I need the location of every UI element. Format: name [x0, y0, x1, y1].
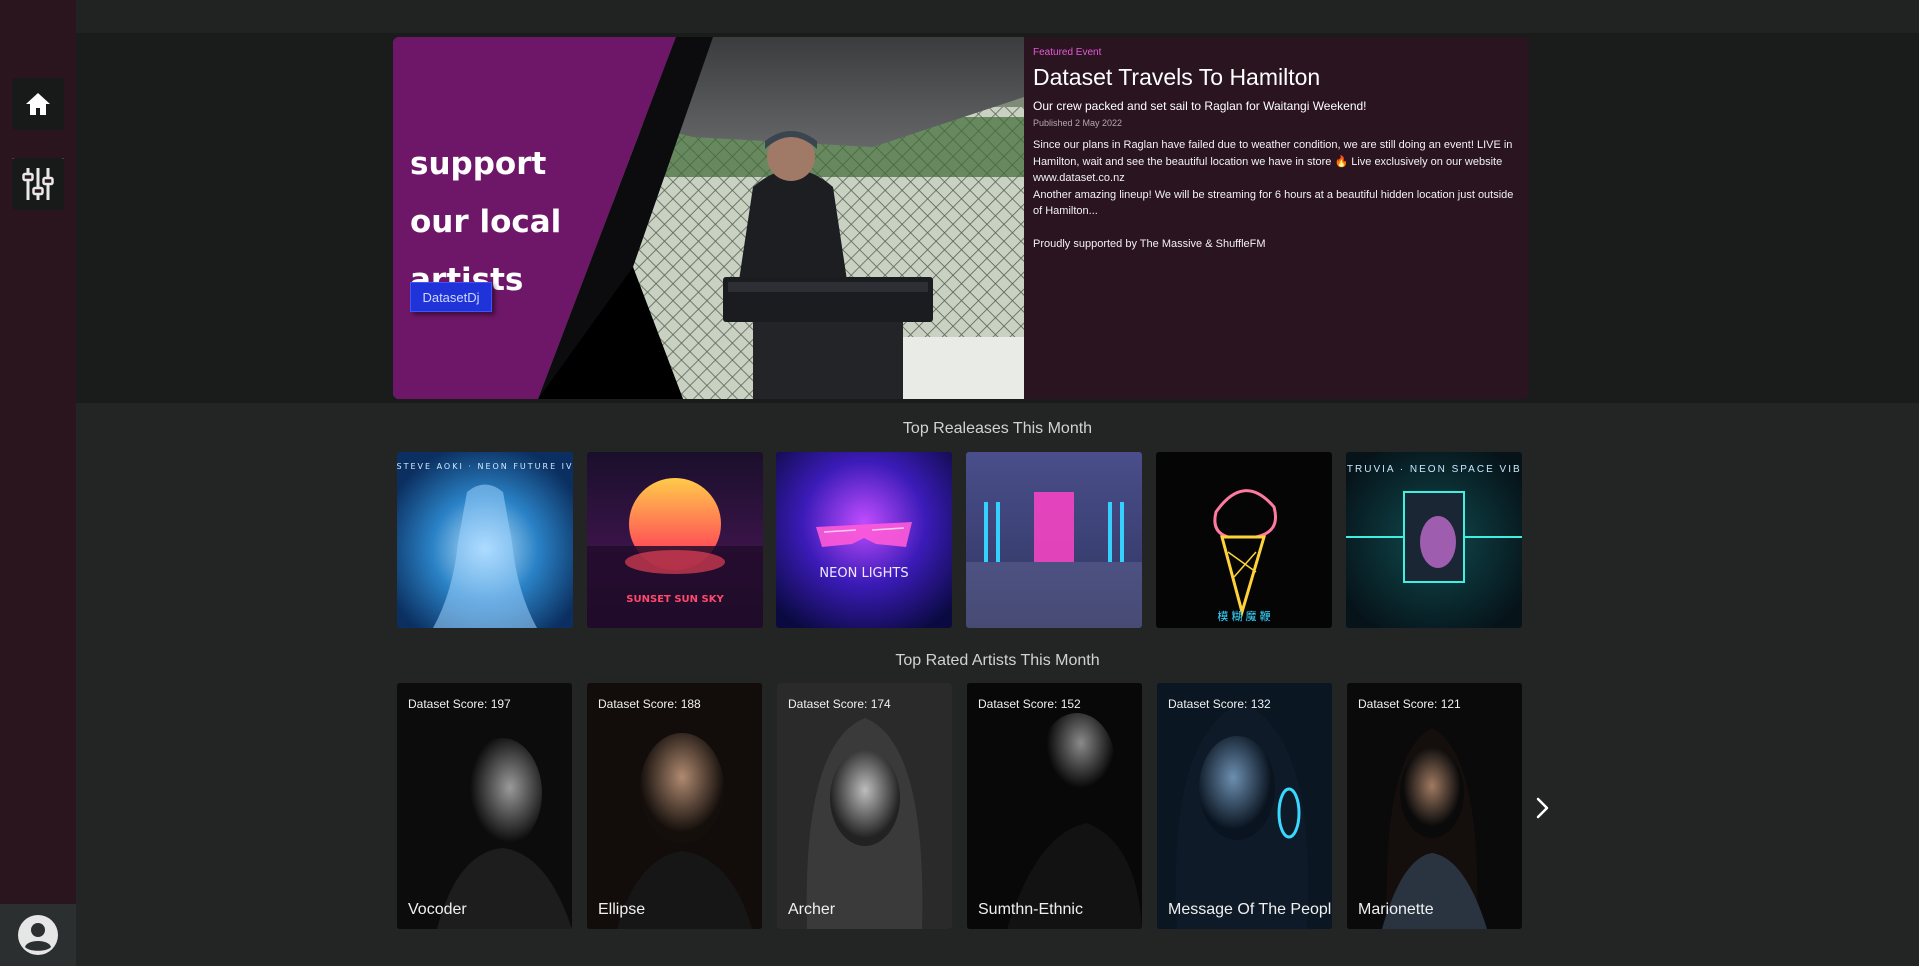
artist-portrait: [1347, 683, 1522, 929]
artist-name: Sumthn-Ethnic: [978, 901, 1083, 918]
artist-name: Message Of The People: [1168, 901, 1332, 918]
artist-portrait: [1157, 683, 1332, 929]
artist-name: Archer: [788, 901, 836, 918]
release-art: STEVE AOKI · NEON FUTURE IV: [397, 452, 573, 628]
next-artists-button[interactable]: [1532, 796, 1552, 820]
release-art: [966, 452, 1142, 628]
release-art-text: 模 糊 魔 鞭: [1217, 609, 1270, 623]
artist-card[interactable]: Dataset Score: 197 Vocoder: [397, 683, 572, 929]
releases-section-title: Top Realeases This Month: [902, 420, 1093, 437]
artist-score: Dataset Score: 132: [1168, 697, 1271, 711]
artist-portrait: [967, 683, 1142, 929]
release-cover[interactable]: [966, 452, 1142, 628]
hero-slogan-line: our local: [410, 204, 562, 240]
artist-card[interactable]: Dataset Score: 121 Marionette: [1347, 683, 1522, 929]
artist-score: Dataset Score: 174: [788, 697, 891, 711]
release-art-text: NEON LIGHTS: [819, 566, 908, 581]
artist-score: Dataset Score: 188: [598, 697, 701, 711]
chevron-right-icon: [1536, 797, 1549, 819]
featured-event-kicker: Featured Event: [1033, 47, 1102, 58]
featured-event-subtitle: Our crew packed and set sail to Raglan f…: [1033, 99, 1367, 113]
artist-card[interactable]: Dataset Score: 132 Message Of The People: [1157, 683, 1332, 929]
release-cover[interactable]: NEON LIGHTS: [776, 452, 952, 628]
artist-score: Dataset Score: 197: [408, 697, 511, 711]
release-art-text: ENTRUVIA · NEON SPACE VIBES: [1346, 464, 1522, 475]
user-avatar-icon: [18, 915, 58, 955]
release-art: 模 糊 魔 鞭: [1156, 452, 1332, 628]
release-art: ENTRUVIA · NEON SPACE VIBES: [1346, 452, 1522, 628]
top-bar: [76, 0, 1919, 33]
release-cover[interactable]: ENTRUVIA · NEON SPACE VIBES: [1346, 452, 1522, 628]
release-cover[interactable]: STEVE AOKI · NEON FUTURE IV: [397, 452, 573, 628]
description-paragraph: Proudly supported by The Massive & Shuff…: [1033, 237, 1266, 250]
artist-score: Dataset Score: 152: [978, 697, 1081, 711]
featured-event-description: Since our plans in Raglan have failed du…: [1033, 137, 1521, 252]
artist-portrait: [777, 683, 952, 929]
featured-event-image: support our local artists DatasetDj: [393, 37, 1024, 399]
home-button[interactable]: [12, 78, 64, 130]
release-cover[interactable]: 模 糊 魔 鞭: [1156, 452, 1332, 628]
sliders-icon: [22, 168, 54, 200]
artist-name: Ellipse: [598, 901, 646, 918]
featured-event-card[interactable]: support our local artists DatasetDj Feat…: [393, 37, 1529, 399]
artist-name: Marionette: [1358, 901, 1434, 918]
mixer-button[interactable]: [12, 158, 64, 210]
sidebar: [0, 0, 76, 966]
artist-card[interactable]: Dataset Score: 174 Archer: [777, 683, 952, 929]
featured-event-date: Published 2 May 2022: [1033, 118, 1123, 128]
artist-name: Vocoder: [408, 901, 467, 918]
account-button[interactable]: [0, 904, 76, 966]
artist-portrait: [397, 683, 572, 929]
release-art: NEON LIGHTS: [776, 452, 952, 628]
artist-card[interactable]: Dataset Score: 152 Sumthn-Ethnic: [967, 683, 1142, 929]
artists-section-title: Top Rated Artists This Month: [895, 652, 1100, 669]
artist-score: Dataset Score: 121: [1358, 697, 1461, 711]
release-art-text: SUNSET SUN SKY: [626, 594, 724, 605]
home-icon: [26, 93, 50, 115]
featured-event-title[interactable]: Dataset Travels To Hamilton: [1033, 64, 1521, 91]
hero-slogan-line: support: [410, 146, 547, 182]
artist-portrait: [587, 683, 762, 929]
release-art: SUNSET SUN SKY: [587, 452, 763, 628]
description-paragraph: Since our plans in Raglan have failed du…: [1033, 139, 1513, 184]
release-cover[interactable]: SUNSET SUN SKY: [587, 452, 763, 628]
description-paragraph: Another amazing lineup! We will be strea…: [1033, 188, 1514, 218]
featured-event-info: Featured Event Dataset Travels To Hamilt…: [1033, 47, 1521, 252]
release-art-text: STEVE AOKI · NEON FUTURE IV: [397, 462, 573, 471]
artist-tag-button[interactable]: DatasetDj: [410, 282, 492, 312]
artist-card[interactable]: Dataset Score: 188 Ellipse: [587, 683, 762, 929]
